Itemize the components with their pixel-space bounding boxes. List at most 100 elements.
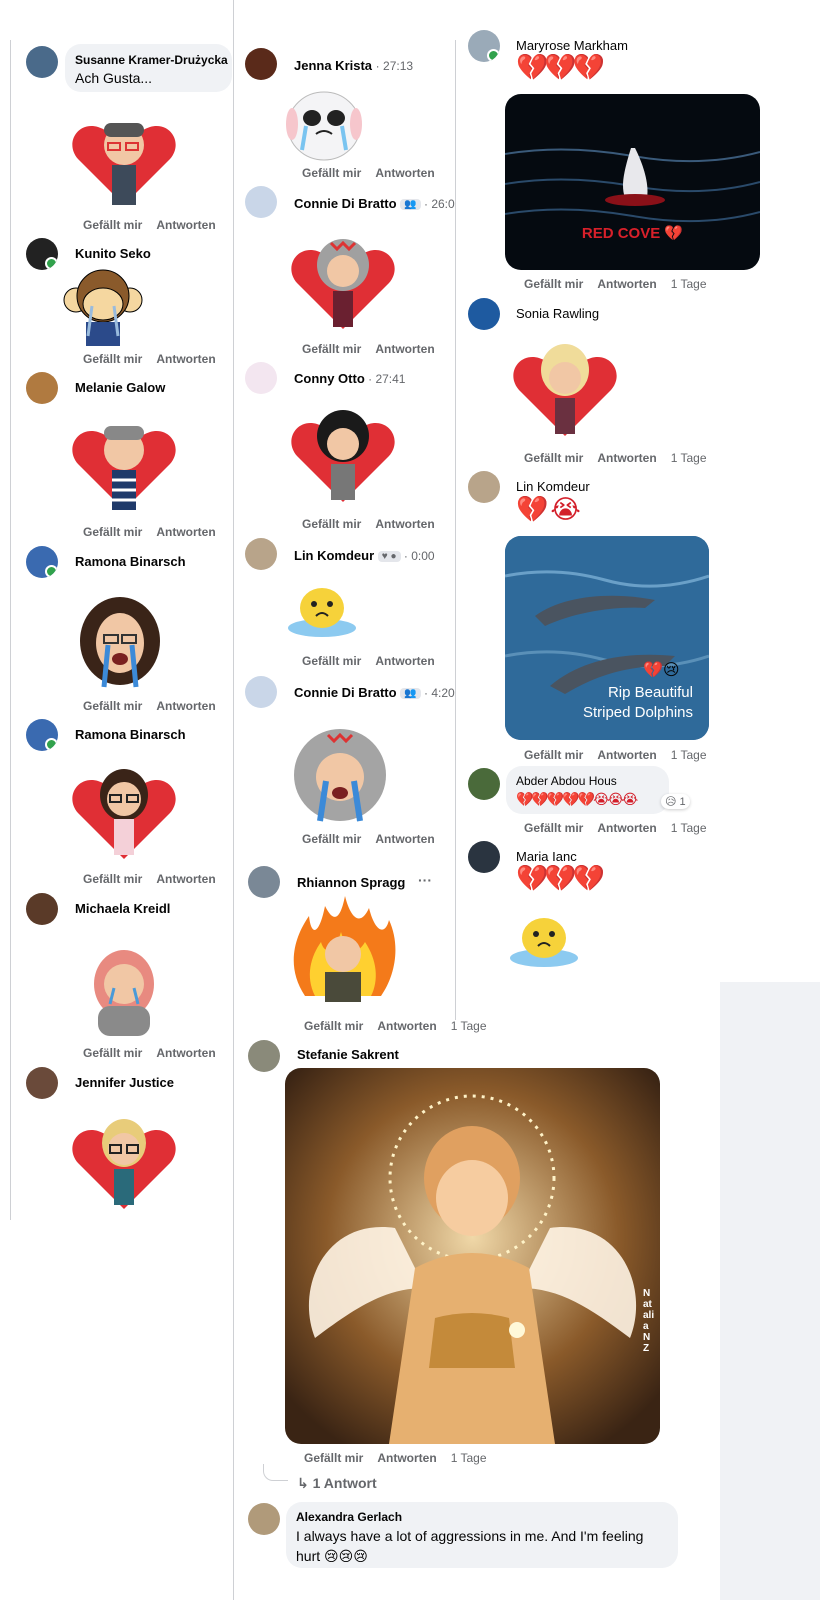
avatar[interactable] — [248, 866, 280, 898]
comment-author[interactable]: Ramona Binarsch — [75, 727, 186, 742]
heart-avatar-sticker — [291, 410, 395, 502]
avatar[interactable] — [26, 238, 58, 270]
author-name[interactable]: Conny Otto — [294, 371, 365, 386]
like-button[interactable]: Gefällt mir — [302, 832, 361, 846]
reply-button[interactable]: Antworten — [377, 1451, 436, 1465]
online-indicator — [487, 49, 500, 62]
reply-button[interactable]: Antworten — [597, 821, 656, 835]
reply-button[interactable]: Antworten — [597, 277, 656, 291]
dolphins-image[interactable]: 💔😢 Rip Beautiful Striped Dolphins — [505, 536, 709, 740]
comment-time[interactable]: 27:13 — [383, 59, 413, 73]
like-button[interactable]: Gefällt mir — [83, 525, 142, 539]
comment-author[interactable]: Sonia Rawling — [516, 306, 599, 321]
online-indicator — [45, 257, 58, 270]
comment-author[interactable]: Abder Abdou Hous — [516, 774, 617, 788]
avatar[interactable] — [26, 1067, 58, 1099]
reply-button[interactable]: Antworten — [156, 872, 215, 886]
reply-button[interactable]: Antworten — [375, 832, 434, 846]
author-name[interactable]: Lin Komdeur — [294, 548, 374, 563]
red-cove-image[interactable]: RED COVE 💔 — [505, 94, 760, 270]
comment-time[interactable]: 1 Tage — [671, 451, 707, 465]
like-button[interactable]: Gefällt mir — [83, 218, 142, 232]
avatar[interactable] — [245, 48, 277, 80]
reaction-count[interactable]: 😥 1 — [661, 794, 690, 809]
comment-actions: Gefällt mir Antworten — [83, 525, 230, 539]
comment-author[interactable]: Ramona Binarsch — [75, 554, 186, 569]
comment-author[interactable]: Lin Komdeur — [516, 479, 590, 494]
like-button[interactable]: Gefällt mir — [83, 352, 142, 366]
reply-button[interactable]: Antworten — [156, 352, 215, 366]
comment-author[interactable]: Michaela Kreidl — [75, 901, 170, 916]
comment-time[interactable]: 27:41 — [375, 372, 405, 386]
more-options-icon[interactable]: ··· — [418, 872, 432, 888]
avatar[interactable] — [245, 676, 277, 708]
reply-button[interactable]: Antworten — [156, 218, 215, 232]
author-name[interactable]: Connie Di Bratto — [294, 685, 397, 700]
like-button[interactable]: Gefällt mir — [524, 821, 583, 835]
comment-time[interactable]: 26:0 — [431, 197, 454, 211]
comment-time[interactable]: 1 Tage — [671, 748, 707, 762]
comment-author[interactable]: Rhiannon Spragg — [297, 875, 405, 890]
author-name[interactable]: Jenna Krista — [294, 58, 372, 73]
comment-actions: Gefällt mir Antworten — [83, 872, 230, 886]
comment-time[interactable]: 1 Tage — [671, 277, 707, 291]
like-button[interactable]: Gefällt mir — [304, 1451, 363, 1465]
reply-button[interactable]: Antworten — [156, 1046, 215, 1060]
angel-image[interactable]: Natalia NZ — [285, 1068, 660, 1444]
reply-button[interactable]: Antworten — [375, 166, 434, 180]
comment-time[interactable]: 1 Tage — [671, 821, 707, 835]
comment-author[interactable]: Maryrose Markham — [516, 38, 628, 53]
reply-button[interactable]: Antworten — [597, 748, 656, 762]
comment-author[interactable]: Kunito Seko — [75, 246, 151, 261]
avatar[interactable] — [468, 298, 500, 330]
reply-button[interactable]: Antworten — [597, 451, 656, 465]
comment-author[interactable]: Stefanie Sakrent — [297, 1047, 399, 1062]
comment-author[interactable]: Alexandra Gerlach — [296, 1510, 402, 1524]
reply-button[interactable]: Antworten — [156, 525, 215, 539]
avatar[interactable] — [26, 372, 58, 404]
reply-button[interactable]: Antworten — [375, 517, 434, 531]
like-button[interactable]: Gefällt mir — [524, 451, 583, 465]
like-button[interactable]: Gefällt mir — [83, 1046, 142, 1060]
reply-button[interactable]: Antworten — [375, 342, 434, 356]
avatar[interactable] — [468, 30, 500, 62]
online-indicator — [45, 565, 58, 578]
comment-time[interactable]: 1 Tage — [451, 1451, 487, 1465]
avatar[interactable] — [26, 893, 58, 925]
reply-button[interactable]: Antworten — [375, 654, 434, 668]
like-button[interactable]: Gefällt mir — [304, 1019, 363, 1033]
comment-author[interactable]: Maria Ianc — [516, 849, 577, 864]
avatar[interactable] — [26, 46, 58, 78]
like-button[interactable]: Gefällt mir — [524, 748, 583, 762]
avatar[interactable] — [26, 719, 58, 751]
avatar[interactable] — [468, 471, 500, 503]
reply-arrow-icon: ↳ — [297, 1475, 313, 1491]
like-button[interactable]: Gefällt mir — [83, 872, 142, 886]
comment-author[interactable]: Jennifer Justice — [75, 1075, 174, 1090]
avatar[interactable] — [245, 538, 277, 570]
avatar[interactable] — [248, 1503, 280, 1535]
reply-button[interactable]: Antworten — [156, 699, 215, 713]
avatar[interactable] — [468, 841, 500, 873]
image-caption: Striped Dolphins — [582, 704, 693, 721]
like-button[interactable]: Gefällt mir — [524, 277, 583, 291]
comment-author[interactable]: Melanie Galow — [75, 380, 165, 395]
comment-time[interactable]: 4:20 — [431, 686, 454, 700]
view-replies-link[interactable]: ↳ 1 Antwort — [297, 1475, 377, 1492]
comment-time[interactable]: 0:00 — [411, 549, 434, 563]
like-button[interactable]: Gefällt mir — [302, 166, 361, 180]
avatar[interactable] — [26, 546, 58, 578]
like-button[interactable]: Gefällt mir — [83, 699, 142, 713]
comment-author[interactable]: Susanne Kramer-Drużycka — [75, 53, 228, 67]
avatar[interactable] — [245, 362, 277, 394]
avatar[interactable] — [245, 186, 277, 218]
reply-button[interactable]: Antworten — [377, 1019, 436, 1033]
like-button[interactable]: Gefällt mir — [302, 654, 361, 668]
avatar[interactable] — [248, 1040, 280, 1072]
comment-actions: Gefällt mir Antworten — [83, 218, 230, 232]
author-name[interactable]: Connie Di Bratto — [294, 196, 397, 211]
comment-time[interactable]: 1 Tage — [451, 1019, 487, 1033]
like-button[interactable]: Gefällt mir — [302, 517, 361, 531]
like-button[interactable]: Gefällt mir — [302, 342, 361, 356]
avatar[interactable] — [468, 768, 500, 800]
